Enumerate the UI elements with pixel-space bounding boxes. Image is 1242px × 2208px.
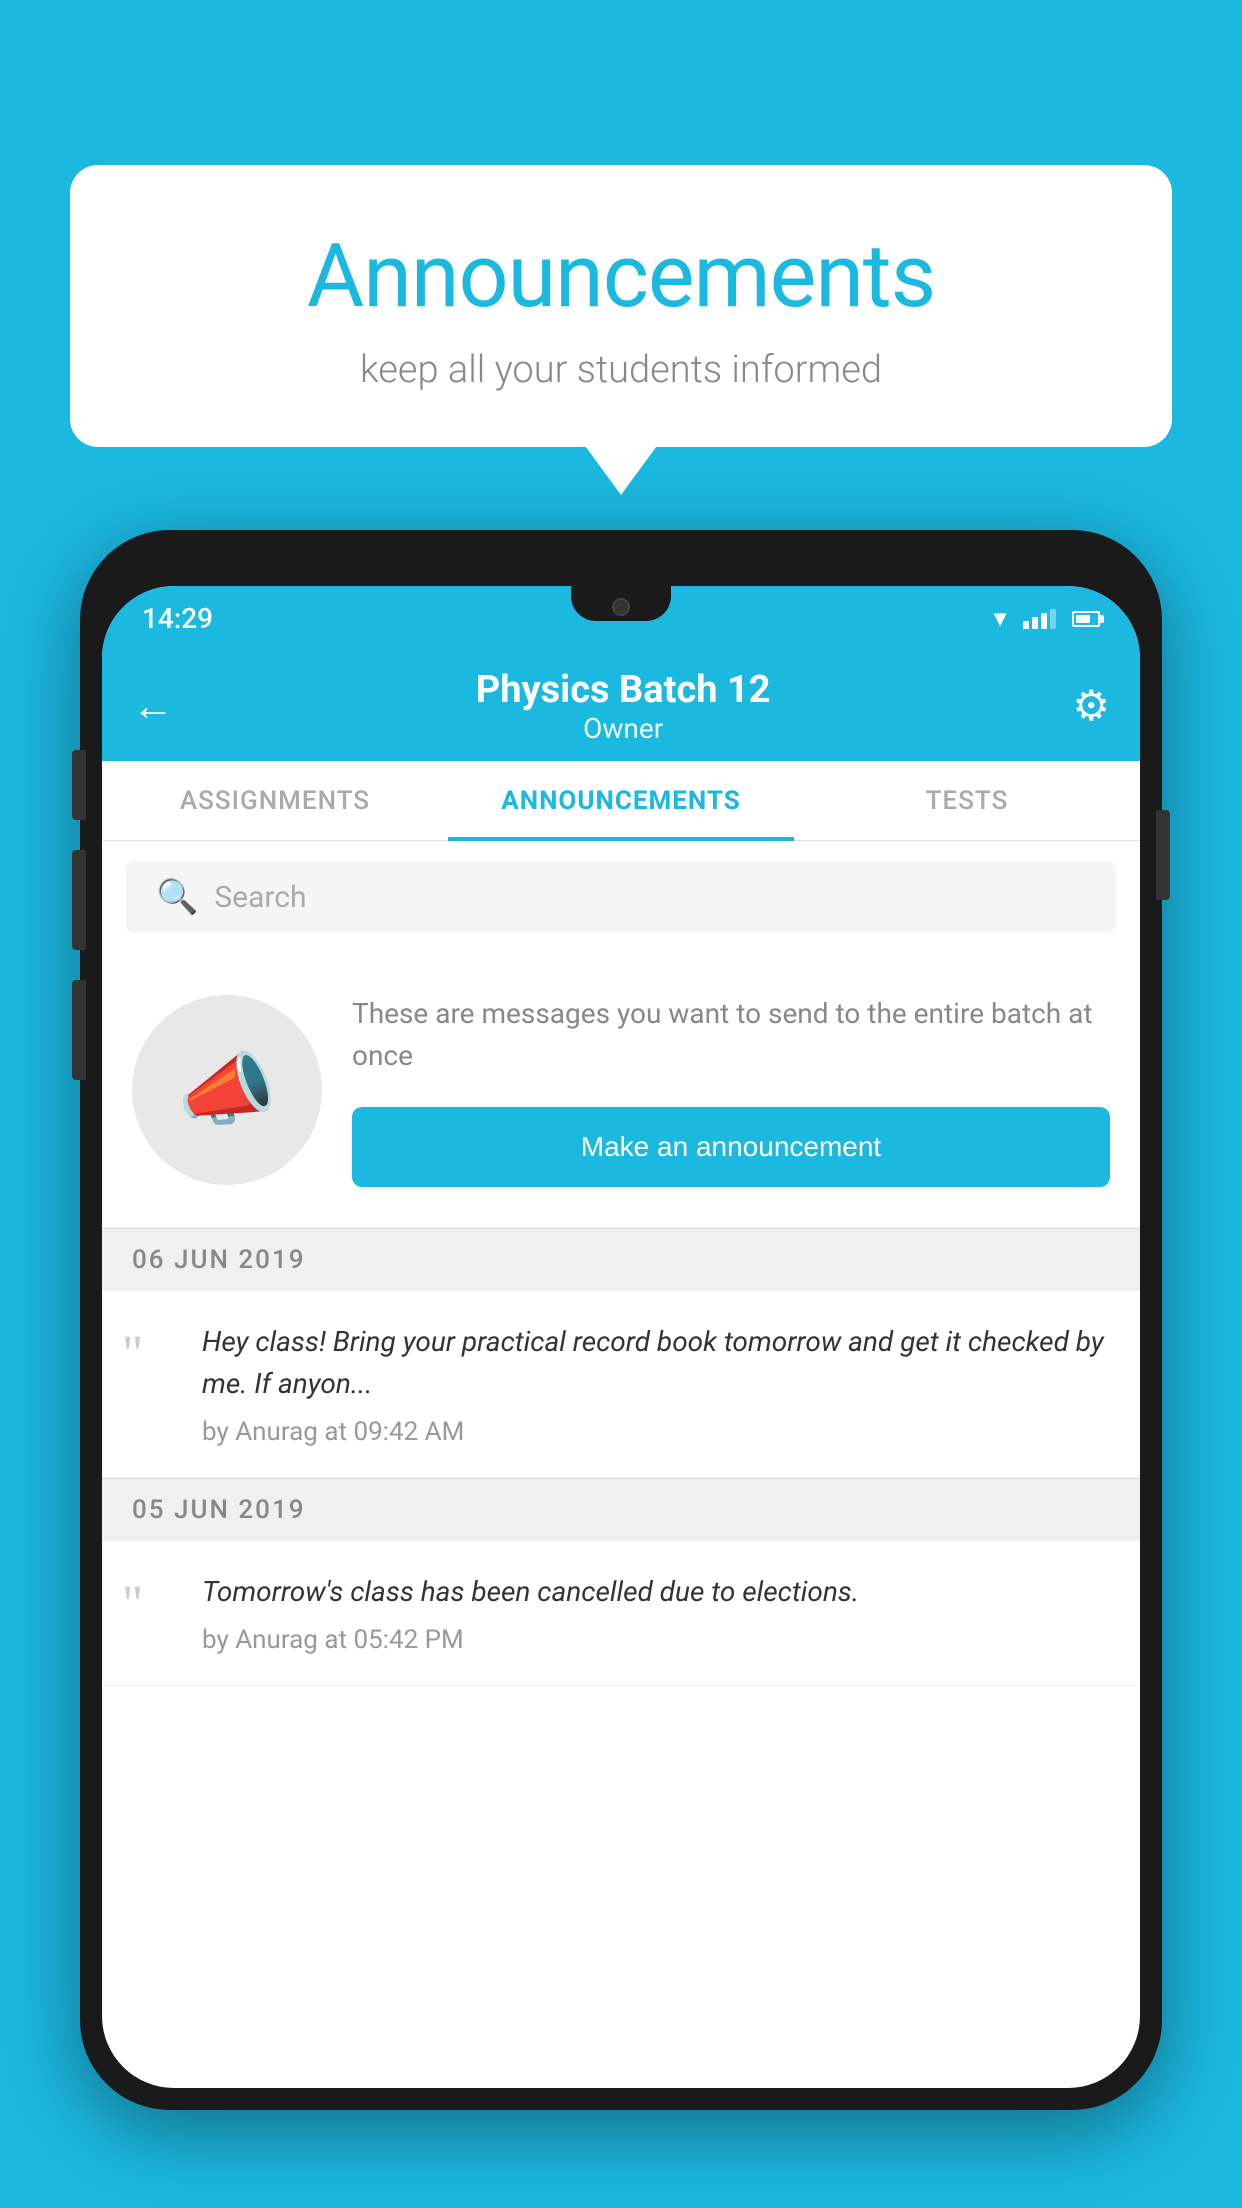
wifi-icon: ▼ (989, 606, 1011, 632)
tab-announcements[interactable]: ANNOUNCEMENTS (448, 761, 794, 841)
announcement-message-1: Hey class! Bring your practical record b… (202, 1321, 1110, 1405)
app-bar-subtitle: Owner (174, 712, 1072, 745)
quote-icon-1: " (122, 1329, 182, 1381)
search-container: 🔍 Search (102, 841, 1140, 953)
phone-screen: 14:29 ▼ ← Phys (102, 586, 1140, 2088)
status-time: 14:29 (142, 602, 213, 635)
speech-bubble: Announcements keep all your students inf… (70, 165, 1172, 447)
status-icons: ▼ (989, 606, 1100, 632)
battery-icon (1072, 611, 1100, 627)
announcement-description: These are messages you want to send to t… (352, 993, 1110, 1077)
app-bar-title-block: Physics Batch 12 Owner (174, 668, 1072, 745)
quote-icon-2: " (122, 1579, 182, 1631)
phone-notch (571, 586, 671, 621)
announcement-text-2: Tomorrow's class has been cancelled due … (202, 1571, 1110, 1655)
search-box[interactable]: 🔍 Search (126, 861, 1116, 933)
announcement-icon-circle: 📣 (132, 995, 322, 1185)
tabs-bar: ASSIGNMENTS ANNOUNCEMENTS TESTS (102, 761, 1140, 841)
megaphone-icon: 📣 (177, 1043, 277, 1137)
announcement-text-1: Hey class! Bring your practical record b… (202, 1321, 1110, 1447)
signal-icon (1023, 609, 1056, 629)
search-icon: 🔍 (156, 877, 198, 917)
phone-mute-button (72, 750, 86, 820)
announcement-prompt: 📣 These are messages you want to send to… (102, 953, 1140, 1228)
app-bar-title: Physics Batch 12 (174, 668, 1072, 712)
tab-tests[interactable]: TESTS (794, 761, 1140, 841)
phone-frame: 14:29 ▼ ← Phys (80, 530, 1162, 2110)
date-separator-2: 05 JUN 2019 (102, 1478, 1140, 1541)
announcement-item-1[interactable]: " Hey class! Bring your practical record… (102, 1291, 1140, 1478)
announcement-meta-2: by Anurag at 05:42 PM (202, 1625, 1110, 1655)
search-placeholder: Search (214, 880, 306, 915)
phone-power-button (1156, 810, 1170, 900)
settings-icon[interactable]: ⚙ (1072, 681, 1110, 731)
phone-volume-up-button (72, 850, 86, 950)
announcement-right: These are messages you want to send to t… (352, 993, 1110, 1187)
phone-volume-down-button (72, 980, 86, 1080)
speech-bubble-container: Announcements keep all your students inf… (70, 165, 1172, 447)
date-separator-1: 06 JUN 2019 (102, 1228, 1140, 1291)
phone-container: 14:29 ▼ ← Phys (80, 530, 1162, 2208)
announcement-message-2: Tomorrow's class has been cancelled due … (202, 1571, 1110, 1613)
tab-assignments[interactable]: ASSIGNMENTS (102, 761, 448, 841)
back-button[interactable]: ← (132, 682, 174, 731)
make-announcement-button[interactable]: Make an announcement (352, 1107, 1110, 1187)
phone-camera (612, 598, 630, 616)
speech-bubble-title: Announcements (130, 225, 1112, 328)
app-bar: ← Physics Batch 12 Owner ⚙ (102, 651, 1140, 761)
announcement-item-2[interactable]: " Tomorrow's class has been cancelled du… (102, 1541, 1140, 1686)
speech-bubble-subtitle: keep all your students informed (130, 348, 1112, 392)
announcement-meta-1: by Anurag at 09:42 AM (202, 1417, 1110, 1447)
